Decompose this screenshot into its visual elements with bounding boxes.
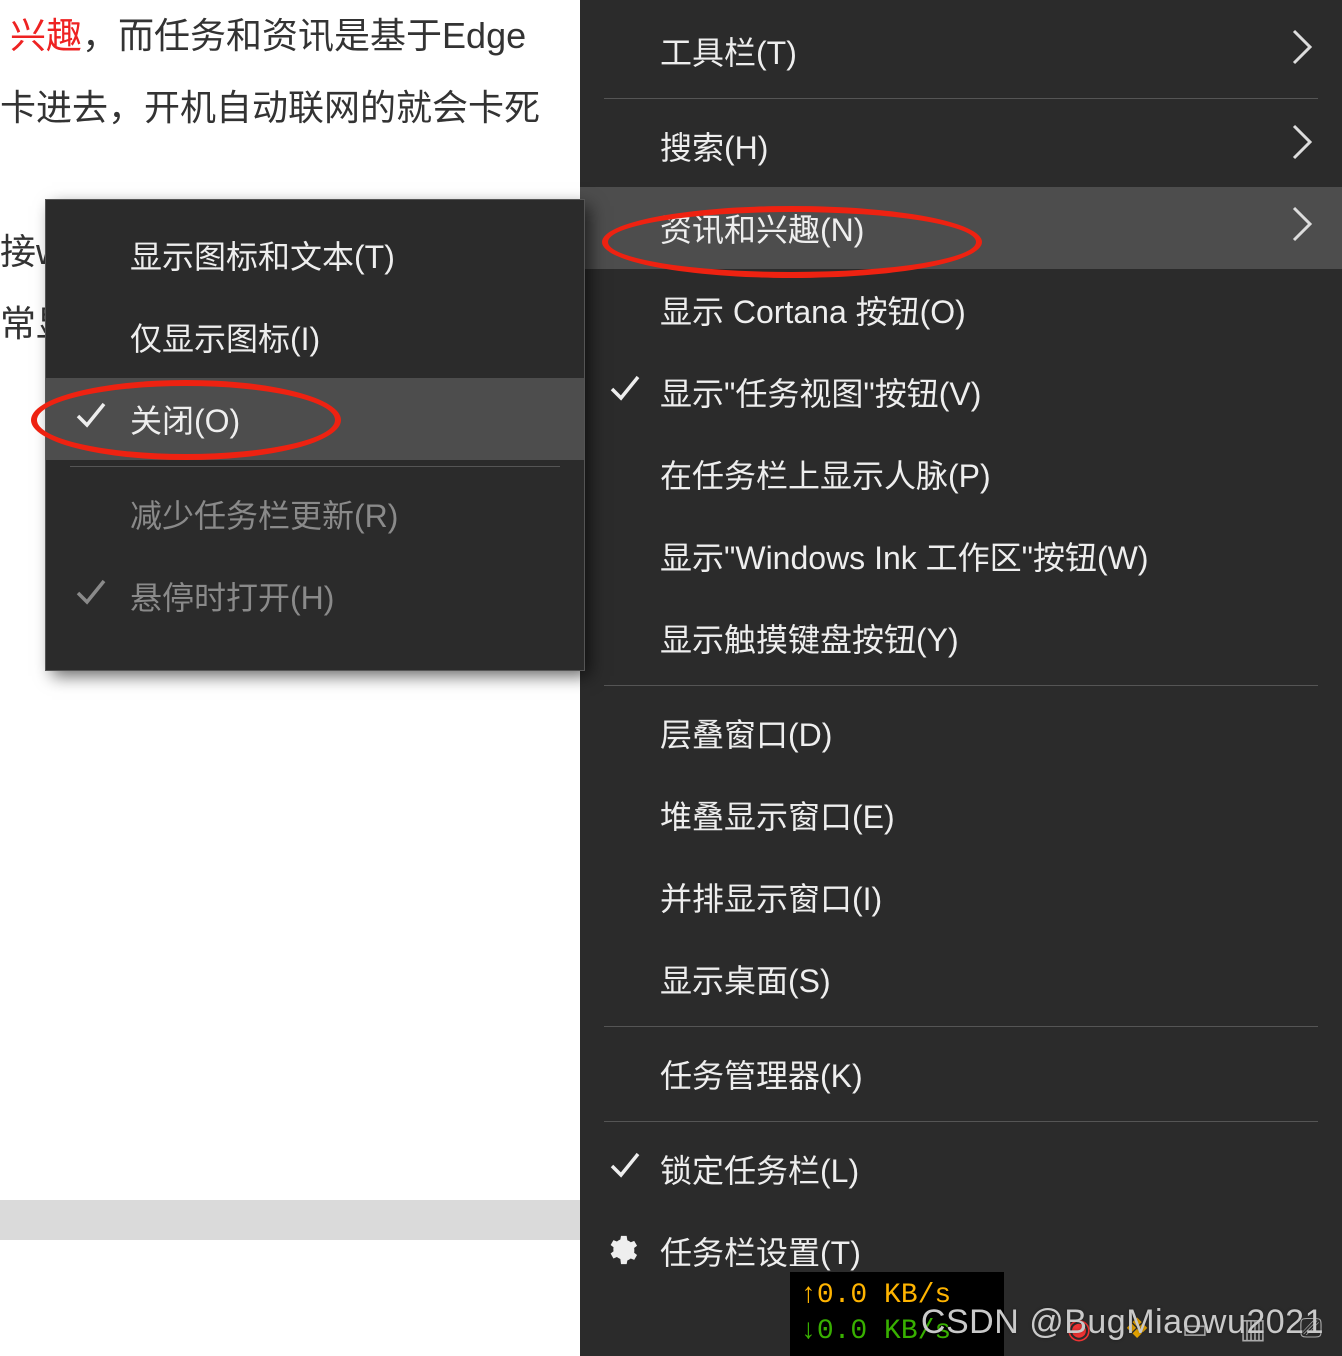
submenu-item-reduce-updates: 减少任务栏更新(R) — [46, 473, 584, 555]
menu-item-stack[interactable]: 堆叠显示窗口(E) — [580, 774, 1342, 856]
menu-label: 任务栏设置(T) — [660, 1228, 861, 1274]
menu-item-people[interactable]: 在任务栏上显示人脉(P) — [580, 433, 1342, 515]
check-icon — [74, 398, 108, 440]
menu-label: 显示 Cortana 按钮(O) — [660, 287, 966, 333]
menu-label: 资讯和兴趣(N) — [660, 205, 864, 251]
menu-label: 关闭(O) — [130, 396, 240, 442]
chevron-right-icon — [1290, 124, 1314, 168]
menu-item-ink[interactable]: 显示"Windows Ink 工作区"按钮(W) — [580, 515, 1342, 597]
menu-label: 在任务栏上显示人脉(P) — [660, 451, 991, 497]
menu-label: 仅显示图标(I) — [130, 314, 320, 360]
system-tray: ◉ ❖ ▭ ▥ ⎚ — [1062, 1300, 1342, 1356]
chevron-right-icon — [1290, 206, 1314, 250]
gear-icon — [604, 1233, 640, 1269]
tray-app-icon[interactable]: ▥ — [1236, 1311, 1270, 1345]
menu-label: 层叠窗口(D) — [660, 710, 832, 756]
menu-item-touch-keyboard[interactable]: 显示触摸键盘按钮(Y) — [580, 597, 1342, 679]
menu-label: 悬停时打开(H) — [130, 573, 334, 619]
check-icon — [608, 1148, 642, 1190]
menu-label: 任务管理器(K) — [660, 1051, 863, 1097]
menu-label: 显示桌面(S) — [660, 956, 831, 1002]
menu-separator — [604, 1121, 1318, 1122]
menu-label: 堆叠显示窗口(E) — [660, 792, 895, 838]
menu-label: 显示"Windows Ink 工作区"按钮(W) — [660, 533, 1149, 579]
menu-label: 工具栏(T) — [660, 28, 797, 74]
taskbar-context-menu: 工具栏(T) 搜索(H) 资讯和兴趣(N) 显示 Cortana 按钮(O) 显… — [580, 0, 1342, 1356]
tray-app-icon[interactable]: ▭ — [1178, 1311, 1212, 1345]
news-interests-submenu: 显示图标和文本(T) 仅显示图标(I) 关闭(O) 减少任务栏更新(R) 悬停时… — [46, 200, 584, 670]
menu-separator — [604, 1026, 1318, 1027]
net-upload: 0.0 KB/s — [800, 1278, 994, 1314]
menu-label: 显示"任务视图"按钮(V) — [660, 369, 981, 415]
submenu-item-icon-only[interactable]: 仅显示图标(I) — [46, 296, 584, 378]
menu-item-news-interests[interactable]: 资讯和兴趣(N) — [580, 187, 1342, 269]
menu-label: 并排显示窗口(I) — [660, 874, 882, 920]
tray-app-icon[interactable]: ⎚ — [1294, 1311, 1328, 1345]
article-line1-rest: ，而任务和资讯是基于Edge — [82, 15, 526, 56]
submenu-item-off[interactable]: 关闭(O) — [46, 378, 584, 460]
menu-label: 显示图标和文本(T) — [130, 232, 395, 278]
menu-item-taskview[interactable]: 显示"任务视图"按钮(V) — [580, 351, 1342, 433]
net-download: 0.0 KB/s — [800, 1314, 994, 1350]
check-icon — [74, 575, 108, 617]
menu-item-lock-taskbar[interactable]: 锁定任务栏(L) — [580, 1128, 1342, 1210]
menu-separator — [604, 685, 1318, 686]
menu-item-task-manager[interactable]: 任务管理器(K) — [580, 1033, 1342, 1115]
network-speed-overlay: 0.0 KB/s 0.0 KB/s — [790, 1272, 1004, 1356]
menu-label: 锁定任务栏(L) — [660, 1146, 859, 1192]
menu-separator — [604, 98, 1318, 99]
menu-label: 显示触摸键盘按钮(Y) — [660, 615, 959, 661]
menu-item-cascade[interactable]: 层叠窗口(D) — [580, 692, 1342, 774]
submenu-item-icon-text[interactable]: 显示图标和文本(T) — [46, 214, 584, 296]
menu-item-show-desktop[interactable]: 显示桌面(S) — [580, 938, 1342, 1020]
article-red-text: 兴趣 — [10, 15, 82, 56]
menu-item-sidebyside[interactable]: 并排显示窗口(I) — [580, 856, 1342, 938]
menu-label: 搜索(H) — [660, 123, 768, 169]
menu-item-toolbar[interactable]: 工具栏(T) — [580, 10, 1342, 92]
menu-item-search[interactable]: 搜索(H) — [580, 105, 1342, 187]
menu-item-cortana[interactable]: 显示 Cortana 按钮(O) — [580, 269, 1342, 351]
tray-app-icon[interactable]: ❖ — [1120, 1311, 1154, 1345]
menu-label: 减少任务栏更新(R) — [130, 491, 398, 537]
tray-app-icon[interactable]: ◉ — [1062, 1311, 1096, 1345]
chevron-right-icon — [1290, 29, 1314, 73]
check-icon — [608, 371, 642, 413]
submenu-item-open-on-hover: 悬停时打开(H) — [46, 555, 584, 637]
menu-separator — [70, 466, 560, 467]
